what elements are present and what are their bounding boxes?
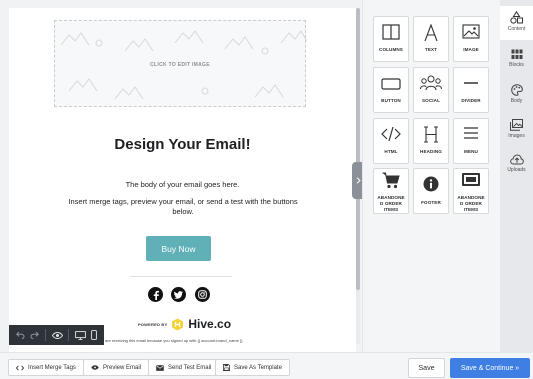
email-body-line-1[interactable]: The body of your email goes here. <box>9 180 356 189</box>
tool-label: TEXT <box>424 47 438 52</box>
nav-label: Images <box>508 133 525 139</box>
toolbar-separator <box>45 329 46 341</box>
mobile-view-icon[interactable] <box>87 325 101 345</box>
image-placeholder[interactable]: CLICK TO EDIT IMAGE <box>54 20 307 107</box>
tool-heading[interactable]: HEADING <box>413 118 449 164</box>
editor-canvas-area: CLICK TO EDIT IMAGE Design Your Email! T… <box>0 0 364 352</box>
tool-divider[interactable]: DIVIDER <box>453 67 489 113</box>
email-headline[interactable]: Design Your Email! <box>9 136 356 153</box>
product-icon <box>462 173 480 186</box>
tool-label: SOCIAL <box>422 98 440 103</box>
save-button[interactable]: Save <box>408 358 445 378</box>
powered-by-label: POWERED BY <box>138 321 168 327</box>
email-body-line-2[interactable]: Insert merge tags, preview your email, o… <box>59 197 307 217</box>
tool-label: IMAGE <box>463 47 479 52</box>
nav-blocks[interactable]: Blocks <box>500 44 533 78</box>
tool-label: FOOTER <box>421 200 441 205</box>
facebook-icon[interactable] <box>148 287 163 302</box>
tool-footer[interactable]: FOOTER <box>413 168 449 214</box>
nav-label: Uploads <box>507 167 526 173</box>
powered-by-hive: POWERED BY Hive.co <box>138 317 231 331</box>
grid-icon <box>511 49 522 59</box>
button-icon <box>381 78 401 90</box>
tool-label: ABANDONE D ORDER ITEMS <box>457 195 485 212</box>
buy-now-button[interactable]: Buy Now <box>146 236 211 261</box>
email-footer-text[interactable]: are receiving this email because you sig… <box>105 338 243 343</box>
upload-icon <box>509 154 524 165</box>
twitter-icon[interactable] <box>171 287 186 302</box>
desktop-view-icon[interactable] <box>73 325 87 345</box>
save-and-continue-button[interactable]: Save & Continue » <box>450 358 530 378</box>
tool-button[interactable]: BUTTON <box>373 67 409 113</box>
canvas-scrollbar-thumb[interactable] <box>356 8 360 290</box>
text-icon <box>424 24 438 42</box>
save-as-template-label: Save As Template <box>234 364 282 371</box>
image-placeholder-label: CLICK TO EDIT IMAGE <box>150 62 210 68</box>
tool-label: HTML <box>384 149 398 154</box>
preview-email-button[interactable]: Preview Email <box>83 359 150 376</box>
instagram-icon[interactable] <box>195 287 210 302</box>
nav-label: Body <box>510 98 523 104</box>
hive-brand-name: Hive.co <box>188 317 232 331</box>
tool-text[interactable]: TEXT <box>413 16 449 62</box>
eye-icon <box>91 365 99 370</box>
bottom-action-bar: Insert Merge Tags Preview Email Send Tes… <box>0 352 533 379</box>
nav-label: Content <box>507 26 526 32</box>
palette-icon <box>510 84 523 96</box>
preview-email-label: Preview Email <box>103 364 142 371</box>
heading-icon <box>424 126 438 143</box>
tool-label: ABANDONE D ORDER ITEMS <box>377 195 405 212</box>
insert-merge-tags-button[interactable]: Insert Merge Tags <box>8 359 84 376</box>
columns-icon <box>382 24 400 40</box>
tool-label: COLUMNS <box>379 47 403 52</box>
content-divider <box>130 276 232 277</box>
send-test-email-button[interactable]: Send Test Email <box>148 359 220 376</box>
chevron-right-icon <box>356 177 361 184</box>
tool-image[interactable]: IMAGE <box>453 16 489 62</box>
envelope-icon <box>156 364 164 371</box>
hive-logo-icon <box>172 318 184 330</box>
tool-label: MENU <box>464 149 478 154</box>
content-tools-panel: COLUMNS TEXT IMAGE BUTTON SOCIAL DIVIDER… <box>362 0 500 352</box>
tool-abandoned-order-items-2[interactable]: ABANDONE D ORDER ITEMS <box>453 168 489 214</box>
tool-label: HEADING <box>420 149 442 154</box>
tool-html[interactable]: HTML <box>373 118 409 164</box>
tool-columns[interactable]: COLUMNS <box>373 16 409 62</box>
nav-content[interactable]: Content <box>500 6 533 40</box>
tool-label: DIVIDER <box>461 98 481 103</box>
tool-menu[interactable]: MENU <box>453 118 489 164</box>
nav-label: Blocks <box>509 62 524 68</box>
undo-icon[interactable] <box>13 325 27 345</box>
menu-icon <box>464 127 478 139</box>
code-icon <box>16 365 24 370</box>
nav-uploads[interactable]: Uploads <box>500 149 533 183</box>
cart-icon <box>382 172 400 189</box>
tool-social[interactable]: SOCIAL <box>413 67 449 113</box>
tool-label: BUTTON <box>381 98 401 103</box>
preview-toolbar <box>9 325 104 345</box>
shapes-icon <box>510 11 523 24</box>
insert-merge-tags-label: Insert Merge Tags <box>28 364 76 371</box>
toolbar-separator <box>68 329 69 341</box>
info-icon <box>423 176 439 192</box>
tool-abandoned-order-items[interactable]: ABANDONE D ORDER ITEMS <box>373 168 409 214</box>
side-navigation: Content Blocks Body Images Uploads <box>500 0 533 352</box>
image-icon <box>462 24 480 39</box>
floppy-disk-icon <box>223 364 230 371</box>
preview-eye-icon[interactable] <box>50 325 64 345</box>
nav-body[interactable]: Body <box>500 79 533 113</box>
social-icon <box>420 75 442 91</box>
divider-icon <box>464 82 478 84</box>
send-test-email-label: Send Test Email <box>168 364 212 371</box>
nav-images[interactable]: Images <box>500 114 533 148</box>
images-icon <box>510 119 523 131</box>
email-canvas: CLICK TO EDIT IMAGE Design Your Email! T… <box>9 8 356 352</box>
save-as-template-button[interactable]: Save As Template <box>215 359 290 376</box>
redo-icon[interactable] <box>27 325 41 345</box>
code-icon <box>381 126 401 142</box>
